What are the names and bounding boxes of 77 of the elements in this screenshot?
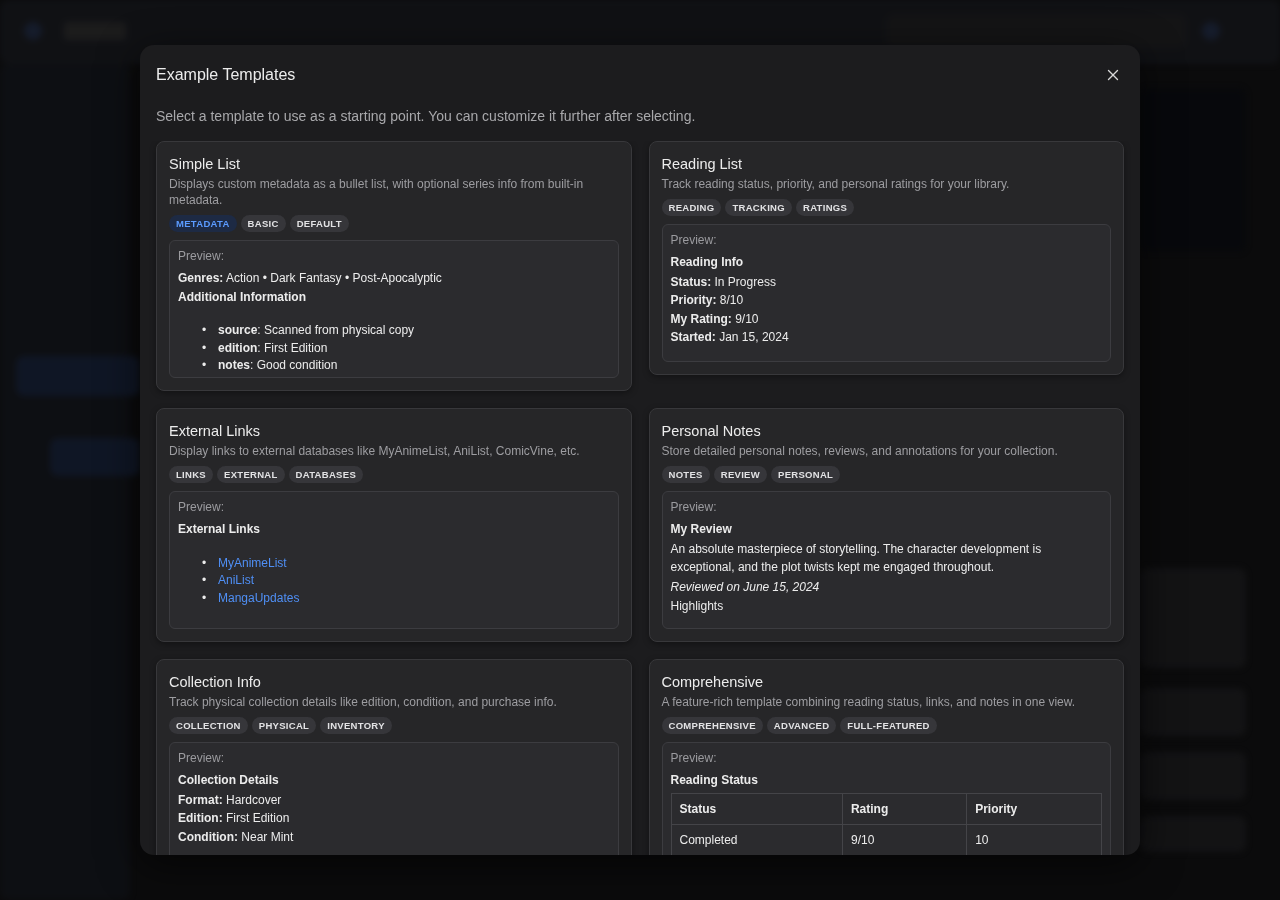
template-card[interactable]: Comprehensive A feature-rich template combining reading status, links, and notes in one view. COMPREHENSIVE ADVANCED FULL-FEATURED Preview: Reading Status Status Rating Priority Completed 9/10 10 [648, 659, 1124, 855]
table-header: Rating [842, 793, 967, 824]
preview-label: Preview: [178, 500, 225, 514]
list-item: edition: First Edition [218, 339, 328, 357]
preview-text: An absolute masterpiece of storytelling. The character development is exceptional, and the plot twists kept me engaged throughout. [670, 540, 1043, 576]
preview-field: Genres: Action • Dark Fantasy • Post-Apocalyptic [178, 269, 610, 288]
tag: LINKS [169, 466, 213, 483]
template-description: A feature-rich template combining reading status, links, and notes in one view. [661, 694, 1077, 710]
template-card[interactable] [648, 408, 1124, 642]
preview-heading: External Links [178, 521, 262, 538]
tag: COMPREHENSIVE [661, 717, 763, 734]
template-description: Store detailed personal notes, reviews, and annotations for your collection. [661, 443, 1059, 459]
template-card[interactable] [156, 659, 632, 855]
tag: PHYSICAL [251, 717, 317, 734]
bullet: • [202, 322, 208, 339]
bullet: • [202, 572, 208, 589]
preview-date: Reviewed on June 15, 2024 [670, 578, 821, 596]
tag: EXTERNAL [217, 466, 285, 483]
preview-heading: Reading Info [670, 254, 745, 271]
preview-field: Edition: First Edition [178, 809, 610, 828]
preview-text: Highlights [670, 598, 725, 615]
tag: COLLECTION [169, 717, 248, 734]
preview-label: Preview: [670, 500, 718, 514]
tag: INVENTORY [320, 717, 392, 734]
tag: PERSONAL [771, 466, 841, 483]
tag: NOTES [661, 466, 710, 483]
preview-field: Started: Jan 15, 2024 [670, 328, 1102, 347]
tag: ADVANCED [766, 717, 837, 734]
preview-heading: Reading Status [670, 772, 759, 789]
bullet: • [202, 589, 208, 607]
external-link[interactable]: MyAnimeList [218, 554, 287, 572]
template-title: External Links [169, 423, 262, 439]
template-title: Personal Notes [661, 423, 762, 439]
template-description: Displays custom metadata as a bullet list, with optional series info from built-in metadata. [169, 176, 585, 208]
bullet: • [202, 554, 208, 572]
template-description: Display links to external databases like MyAnimeList, AniList, ComicVine, etc. [169, 443, 581, 459]
template-title: Reading List [661, 156, 744, 172]
preview-field: Format: Hardcover [178, 790, 610, 809]
preview-label: Preview: [178, 249, 225, 263]
table-header: Status [671, 793, 843, 824]
template-card[interactable] [648, 141, 1124, 375]
template-description: Track reading status, priority, and personal ratings for your library. [661, 176, 1011, 192]
tag: READING [661, 199, 722, 216]
tag: RATINGS [795, 199, 855, 216]
tag: TRACKING [725, 199, 792, 216]
template-card[interactable]: External Links Display links to external databases like MyAnimeList, AniList, ComicVine, etc. LINKS EXTERNAL DATABASES Preview: External Links • MyAnimeList • AniList • MangaUpdates [156, 408, 632, 642]
dialog-title: Example Templates [156, 66, 296, 84]
tag: DEFAULT [289, 215, 349, 232]
table-header: Priority [966, 793, 1102, 824]
template-title: Simple List [169, 156, 241, 172]
external-link[interactable]: AniList [218, 572, 255, 590]
dialog-subtitle: Select a template to use as a starting point. You can customize it further after selecting. [156, 108, 697, 124]
template-description: Track physical collection details like edition, condition, and purchase info. [169, 694, 558, 710]
template-title: Comprehensive [661, 674, 765, 690]
preview-field: Condition: Near Mint [178, 827, 610, 846]
bullet: • [202, 357, 208, 374]
tag: BASIC [240, 215, 286, 232]
tag: FULL-FEATURED [840, 717, 937, 734]
tag: DATABASES [288, 466, 363, 483]
preview-heading: My Review [670, 521, 733, 538]
preview-label: Preview: [670, 751, 718, 765]
external-link[interactable]: MangaUpdates [218, 589, 300, 607]
bullet: • [202, 339, 208, 357]
preview-field: Priority: 8/10 [670, 291, 1102, 310]
preview-field: My Rating: 9/10 [670, 309, 1102, 328]
list-item: notes: Good condition [218, 357, 338, 374]
list-item: source: Scanned from physical copy [218, 322, 415, 339]
preview-label: Preview: [178, 751, 225, 765]
preview-heading: Collection Details [178, 772, 280, 789]
tag: REVIEW [713, 466, 767, 483]
table-cell: Completed [671, 824, 843, 855]
preview-heading: Additional Information [178, 288, 307, 306]
preview-label: Preview: [670, 233, 718, 247]
preview-field: Status: In Progress [670, 272, 1102, 291]
tag: METADATA [169, 215, 237, 232]
template-card[interactable] [156, 141, 632, 391]
template-title: Collection Info [169, 674, 262, 690]
